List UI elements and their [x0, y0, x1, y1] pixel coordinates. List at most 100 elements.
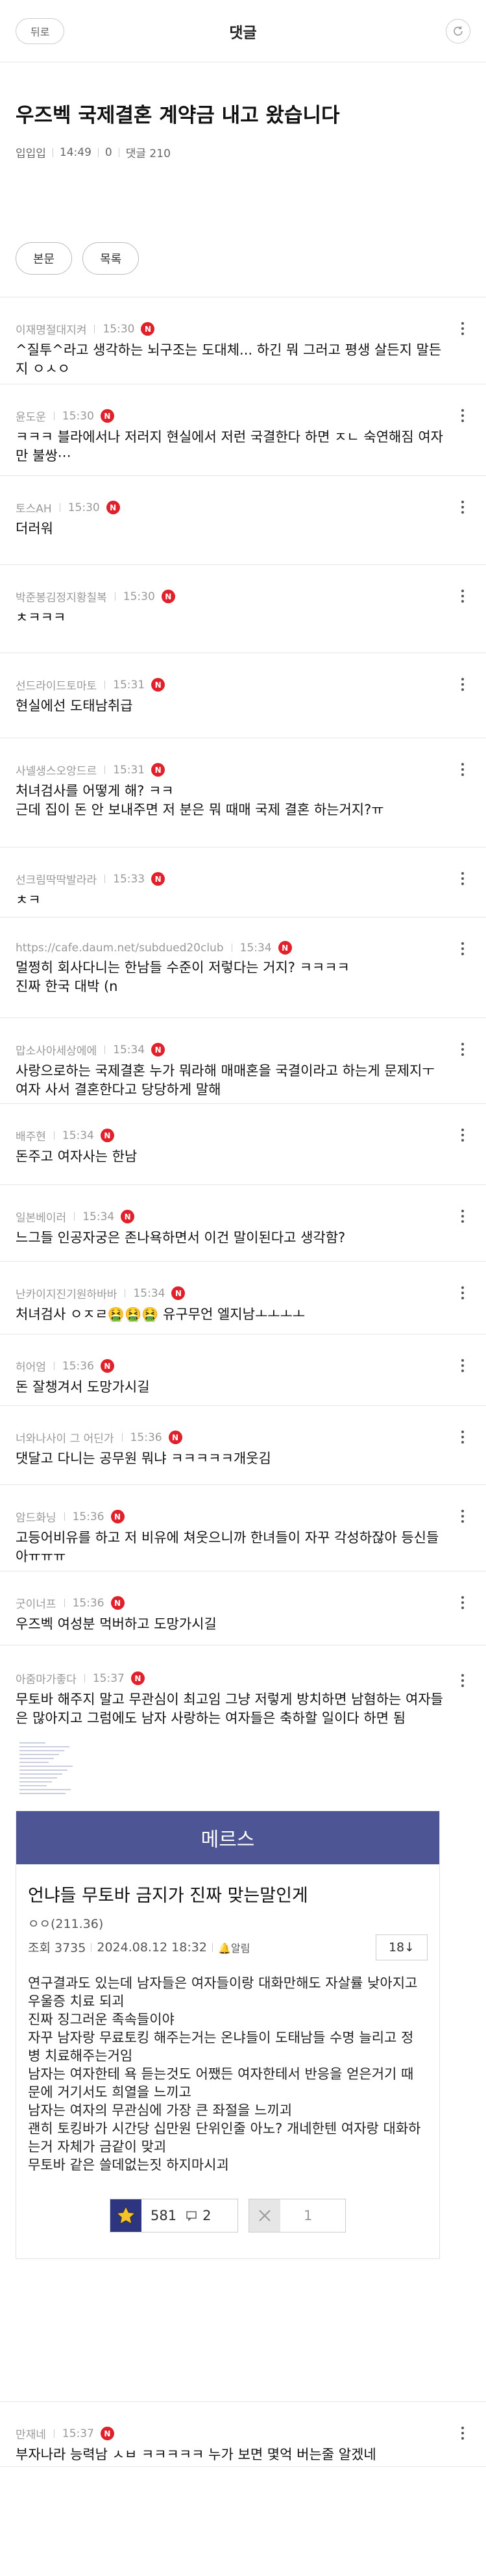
more-options-icon[interactable] [461, 678, 465, 691]
comment-meta: 선크림딱딱발라라 15:33 N [16, 871, 447, 887]
comment-time: 15:34 [133, 1286, 165, 1300]
comment-item: 맙소사아세상에에 15:34 N 사랑으로하는 국제결혼 누가 뭐라해 매매혼을 국결… [0, 1018, 486, 1104]
comment-time: 15:36 [130, 1431, 162, 1444]
comment-nick[interactable]: 너와나사이 그 어딘가 [16, 1429, 114, 1445]
comment-nick[interactable]: 허어엄 [16, 1358, 46, 1374]
comment-nick[interactable]: 일본베이러 [16, 1208, 66, 1225]
card-body: 언냐들 무토바 금지가 진짜 맞는말인게 ㅇㅇ(211.36) 조회 3735 202… [16, 1864, 439, 2232]
more-options-icon[interactable] [461, 590, 465, 603]
comment-time: 15:37 [92, 1671, 125, 1685]
comment-item: https://cafe.daum.net/subdued20club 15:34… [0, 918, 486, 1018]
more-options-icon[interactable] [461, 763, 465, 776]
more-options-icon[interactable] [461, 1359, 465, 1372]
more-options-icon[interactable] [461, 501, 465, 514]
more-options-icon[interactable] [461, 1510, 465, 1523]
comment-nick[interactable]: 배주현 [16, 1127, 46, 1144]
more-options-icon[interactable] [461, 2427, 465, 2440]
comment-item: 난카이지진기원하바바 15:34 N 처녀검사 ㅇㅈㄹ🤮🤮🤮 유구무언 엘지남ㅗㅗㅗㅗ [0, 1262, 486, 1334]
comment-meta: 만재네 15:37 N [16, 2425, 447, 2442]
post-title: 우즈벡 국제결혼 계약금 내고 왔습니다 [16, 104, 340, 127]
embedded-post-card[interactable]: 메르스 언냐들 무토바 금지가 진짜 맞는말인게 ㅇㅇ(211.36) 조회 3735… [16, 1811, 440, 2259]
comment-meta: 선드라이드토마토 15:31 N [16, 677, 447, 693]
comment-nick[interactable]: 암드화닝 [16, 1508, 56, 1525]
new-badge-icon: N [168, 1431, 182, 1444]
post-author[interactable]: 입입입 [16, 144, 46, 160]
upvote-count: 581 [151, 2208, 177, 2223]
comment-nick[interactable]: 만재네 [16, 2425, 46, 2442]
comment-text: 처녀검사를 어떻게 해? ㅋㅋ 근데 집이 돈 안 보내주면 저 분은 뭐 때매… [16, 783, 384, 818]
comment-item: 허어엄 15:36 N 돈 잘챙겨서 도망가시길 [0, 1334, 486, 1406]
more-options-icon[interactable] [461, 1043, 465, 1056]
comment-nick[interactable]: 토스AH [16, 499, 52, 516]
comment-meta: 일본베이러 15:34 N [16, 1208, 447, 1225]
comment-time: 15:31 [113, 678, 145, 692]
new-badge-icon: N [100, 409, 114, 423]
body-button[interactable]: 본문 [16, 242, 73, 275]
comment-item: 너와나사이 그 어딘가 15:36 N 댓달고 다니는 공무원 뭐냐 ㅋㅋㅋㅋㅋ개웃김 [0, 1406, 486, 1485]
downvote-button[interactable]: 1 [249, 2199, 346, 2232]
post-header: 우즈벡 국제결혼 계약금 내고 왔습니다 입입입 14:49 0 댓글 210 … [0, 62, 486, 297]
comment-time: 15:37 [62, 2427, 94, 2440]
more-options-icon[interactable] [461, 942, 465, 955]
comment-meta: 맙소사아세상에에 15:34 N [16, 1042, 447, 1058]
upvote-button[interactable]: 581 2 [110, 2199, 238, 2232]
comment-text: 우즈벡 여성분 먹버하고 도망가시길 [16, 1616, 217, 1632]
more-options-icon[interactable] [461, 322, 465, 335]
card-title: 언냐들 무토바 금지가 진짜 맞는말인게 [28, 1886, 308, 1906]
card-info: 조회 3735 2024.08.12 18:32 🔔알림 18↓ [28, 1934, 428, 1960]
comment-nick[interactable]: 맙소사아세상에에 [16, 1042, 97, 1058]
more-options-icon[interactable] [461, 409, 465, 422]
refresh-button[interactable] [446, 19, 470, 44]
comment-time: 15:33 [113, 872, 145, 886]
more-options-icon[interactable] [461, 872, 465, 885]
more-options-icon[interactable] [461, 1674, 465, 1687]
comment-nick[interactable]: https://cafe.daum.net/subdued20club [16, 942, 224, 955]
attached-image-thumbnail[interactable] [16, 1737, 80, 1802]
comment-text: 사랑으로하는 국제결혼 누가 뭐라해 매매혼을 국결이라고 하는게 문제지ㅜ 여… [16, 1063, 435, 1097]
comment-item: 만재네 15:37 N 부자나라 능력남 ㅅㅂ ㅋㅋㅋㅋㅋ 누가 보면 몇억 버는줄 … [0, 2402, 486, 2467]
card-comment-count: 2 [202, 2208, 212, 2223]
comment-nick[interactable]: 사넬생스오앙드르 [16, 762, 97, 778]
comment-item: 암드화닝 15:36 N 고등어비유를 하고 저 비유에 쳐웃으니까 한녀들이 자꾸 … [0, 1485, 486, 1571]
comment-text: 무토바 해주지 말고 무관심이 최고임 그냥 저렇게 방치하면 남혐하는 여자들… [16, 1692, 443, 1726]
page-title: 댓글 [229, 24, 257, 42]
comment-nick[interactable]: 이재명절대지켜 [16, 321, 86, 337]
more-options-icon[interactable] [461, 1596, 465, 1609]
comment-time: 15:36 [62, 1359, 94, 1373]
comment-text: 처녀검사 ㅇㅈㄹ🤮🤮🤮 유구무언 엘지남ㅗㅗㅗㅗ [16, 1307, 306, 1322]
card-content: 연구결과도 있는데 남자들은 여자들이랑 대화만해도 자살률 낮아지고 우울증 … [28, 1975, 421, 2173]
comment-text: ^질투^라고 생각하는 뇌구조는 도대체... 하긴 뭐 그러고 평생 살든지 … [16, 342, 442, 377]
vote-row: 581 2 1 [28, 2199, 428, 2232]
comment-text: 멀쩡히 회사다니는 한남들 수준이 저렇다는 거지? ㅋㅋㅋㅋ 진짜 한국 대박… [16, 960, 350, 994]
list-button[interactable]: 목록 [82, 242, 140, 275]
more-options-icon[interactable] [461, 1286, 465, 1299]
more-options-icon[interactable] [461, 1210, 465, 1223]
comment-nick[interactable]: 윤도운 [16, 408, 46, 424]
comment-nick[interactable]: 박준봉김정지황칠복 [16, 588, 107, 605]
comment-nick[interactable]: 선크림딱딱발라라 [16, 871, 97, 887]
card-date: 2024.08.12 18:32 [97, 1940, 207, 1955]
comment-nick[interactable]: 아줌마가좋다 [16, 1670, 77, 1686]
refresh-icon [454, 26, 463, 36]
more-options-icon[interactable] [461, 1129, 465, 1142]
new-badge-icon: N [100, 1359, 114, 1373]
post-meta: 입입입 14:49 0 댓글 210 [16, 144, 470, 161]
new-badge-icon: N [100, 2427, 114, 2440]
more-options-icon[interactable] [461, 1431, 465, 1444]
page-select[interactable]: 18↓ [376, 1934, 428, 1960]
comment-meta: 너와나사이 그 어딘가 15:36 N [16, 1429, 447, 1445]
card-board-banner: 메르스 [16, 1811, 439, 1864]
comment-meta: 배주현 15:34 N [16, 1127, 447, 1144]
comment-item: 선크림딱딱발라라 15:33 N ㅊㅋ [0, 847, 486, 918]
comment-item: 배주현 15:34 N 돈주고 여자사는 한남 [0, 1104, 486, 1185]
alarm-button[interactable]: 🔔알림 [218, 1940, 250, 1955]
comment-meta: 굿이너프 15:36 N [16, 1595, 447, 1611]
post-time: 14:49 [59, 145, 91, 159]
comment-nick[interactable]: 굿이너프 [16, 1595, 56, 1611]
new-badge-icon: N [151, 763, 165, 777]
new-badge-icon: N [100, 1129, 114, 1142]
new-badge-icon: N [151, 678, 165, 692]
back-button[interactable]: 뒤로 [16, 18, 65, 44]
comment-nick[interactable]: 선드라이드토마토 [16, 677, 97, 693]
comment-nick[interactable]: 난카이지진기원하바바 [16, 1285, 117, 1301]
